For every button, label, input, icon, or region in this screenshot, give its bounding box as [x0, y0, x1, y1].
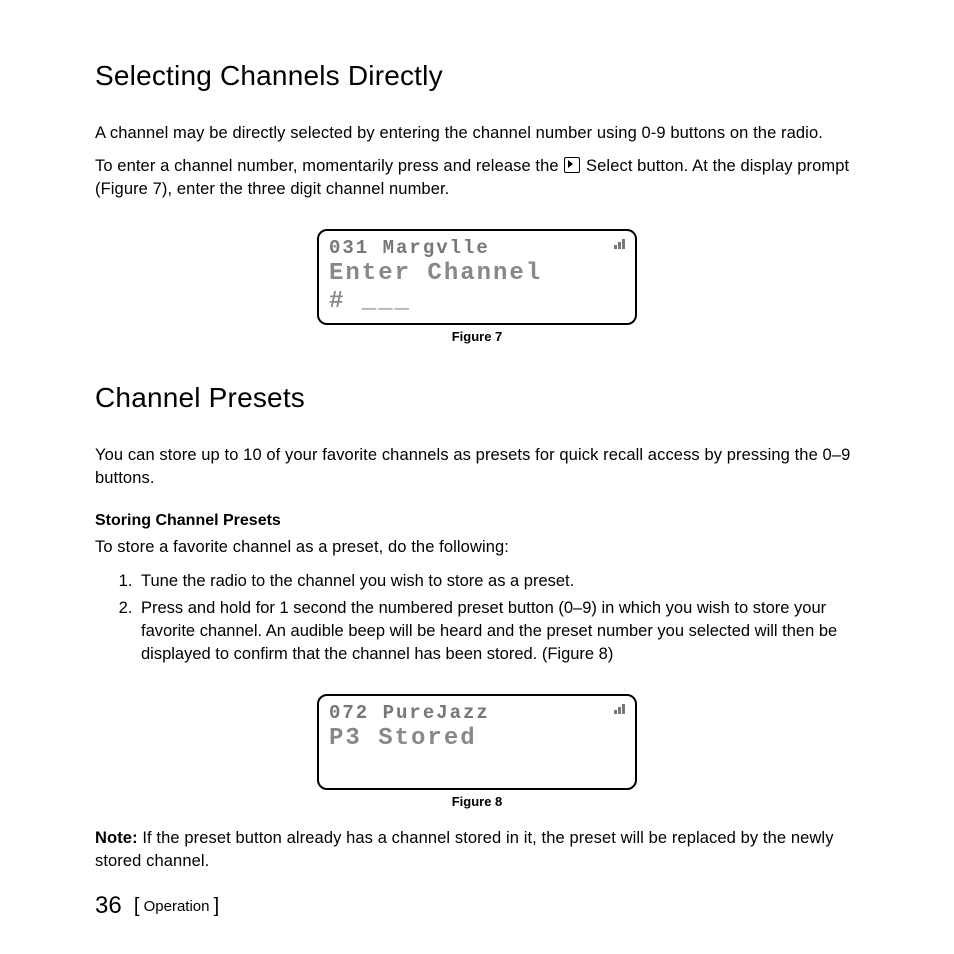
- lcd-line-1: 031 Margvlle: [329, 237, 625, 260]
- text-fragment: To enter a channel number, momentarily p…: [95, 157, 563, 175]
- page-number: 36: [95, 892, 122, 919]
- subheading-storing-presets: Storing Channel Presets: [95, 512, 859, 530]
- heading-selecting-channels: Selecting Channels Directly: [95, 60, 859, 92]
- figure-7: 031 Margvlle Enter Channel # ___ Figure …: [317, 229, 637, 344]
- list-item: Tune the radio to the channel you wish t…: [137, 570, 859, 593]
- lcd-line-2: P3 Stored: [329, 725, 625, 780]
- select-button-icon: [564, 157, 580, 173]
- lcd-display: 031 Margvlle Enter Channel # ___: [317, 229, 637, 325]
- heading-channel-presets: Channel Presets: [95, 382, 859, 414]
- lcd-display: 072 PureJazz P3 Stored: [317, 694, 637, 790]
- list-item: Press and hold for 1 second the numbered…: [137, 597, 859, 666]
- lcd-line-1: 072 PureJazz: [329, 702, 625, 725]
- lcd-line-2: Enter Channel # ___: [329, 260, 625, 315]
- signal-strength-icon: [614, 704, 625, 714]
- paragraph-intro-1: A channel may be directly selected by en…: [95, 122, 859, 145]
- note-text: If the preset button already has a chann…: [95, 829, 834, 870]
- note-paragraph: Note: If the preset button already has a…: [95, 827, 859, 873]
- section-name: Operation: [144, 898, 210, 915]
- signal-strength-icon: [614, 239, 625, 249]
- steps-list: Tune the radio to the channel you wish t…: [95, 570, 859, 666]
- figure-8-caption: Figure 8: [317, 794, 637, 809]
- bracket-open: [: [134, 895, 140, 917]
- note-label: Note:: [95, 829, 138, 847]
- paragraph-intro-2: To enter a channel number, momentarily p…: [95, 155, 859, 201]
- paragraph-storing-intro: To store a favorite channel as a preset,…: [95, 536, 859, 559]
- paragraph-presets-intro: You can store up to 10 of your favorite …: [95, 444, 859, 490]
- page-footer: 36 [ Operation ]: [95, 892, 219, 920]
- figure-8: 072 PureJazz P3 Stored Figure 8: [317, 694, 637, 809]
- bracket-close: ]: [214, 895, 220, 917]
- figure-7-caption: Figure 7: [317, 329, 637, 344]
